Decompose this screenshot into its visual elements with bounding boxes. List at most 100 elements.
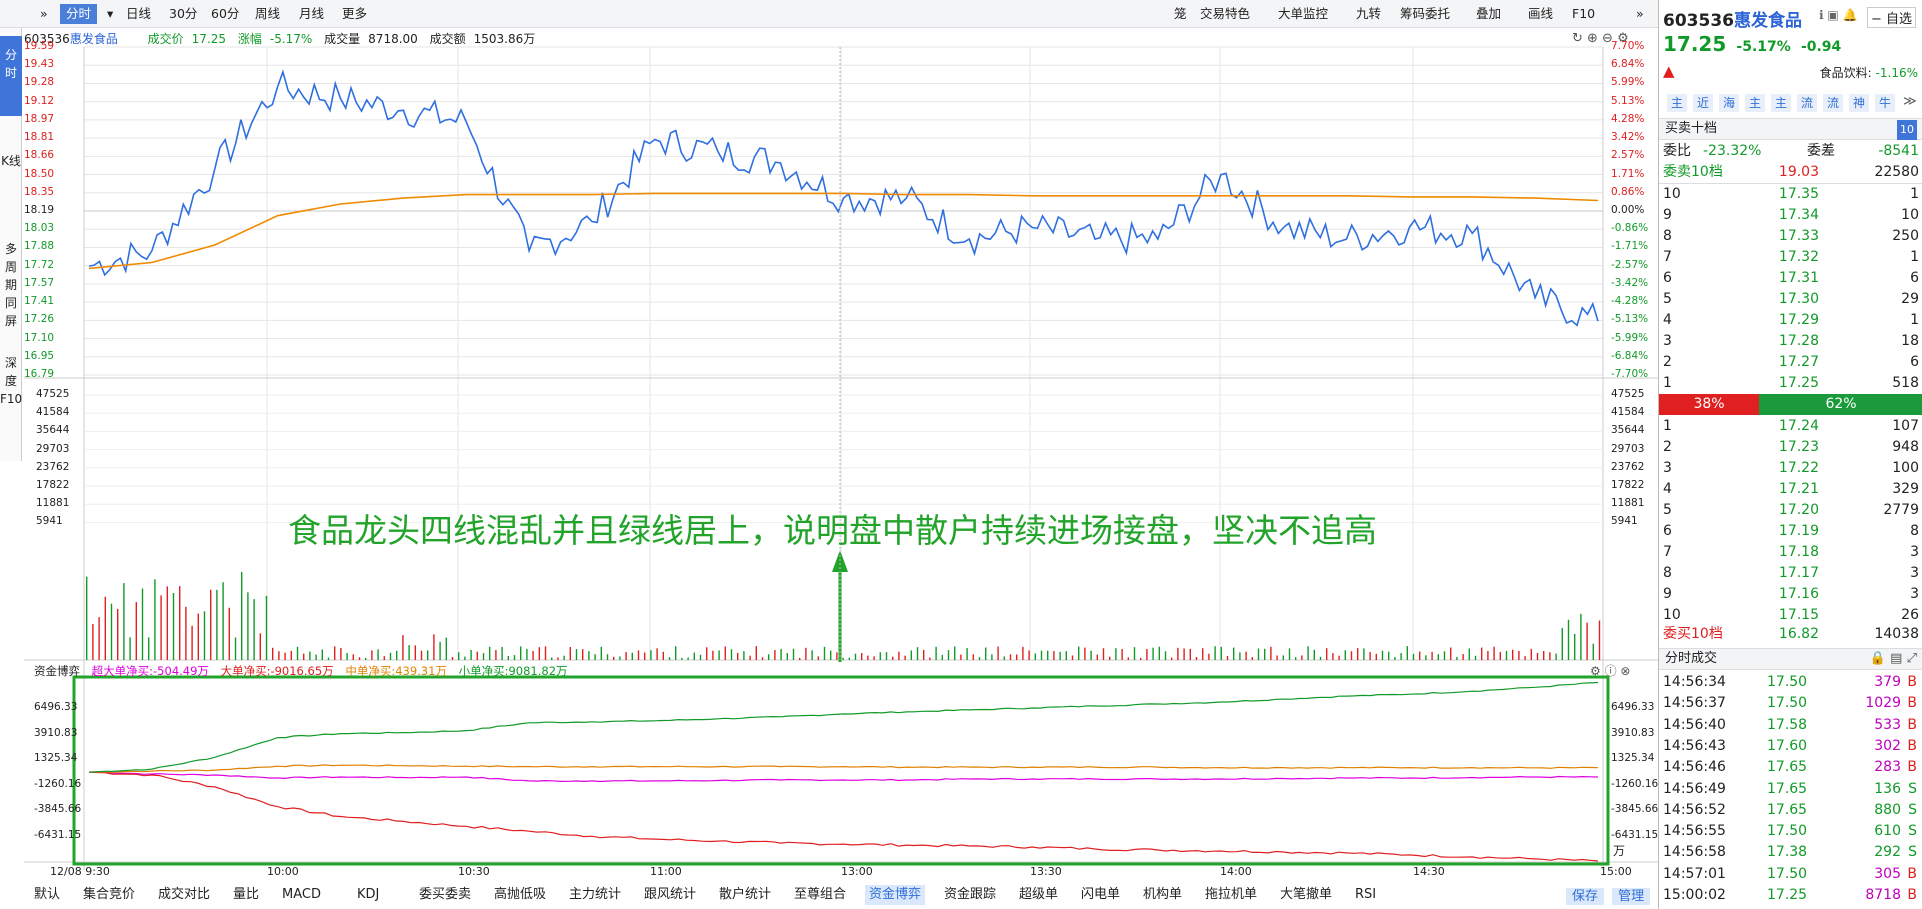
- order-book-row[interactable]: 3 17.28 18: [1663, 331, 1919, 352]
- feature-icon[interactable]: 神: [1849, 94, 1869, 112]
- indicator-tab[interactable]: 跟风统计: [640, 885, 700, 905]
- indicator-tab[interactable]: KDJ: [353, 885, 383, 905]
- indicator-tab[interactable]: 量比: [229, 885, 263, 905]
- order-book-row[interactable]: 2 17.27 6: [1663, 352, 1919, 373]
- indicator-tab[interactable]: 成交对比: [154, 885, 214, 905]
- volume-bar: [272, 647, 274, 660]
- price-tick: 17.41: [24, 295, 55, 308]
- trades-tool-icons[interactable]: 🔒 ▤ ⤢: [1870, 649, 1917, 669]
- pct-tick: -4.28%: [1611, 295, 1649, 308]
- fund-title[interactable]: 资金博弈: [34, 664, 80, 678]
- indicator-tab[interactable]: 拖拉机单: [1201, 885, 1261, 905]
- volume-bar: [631, 652, 633, 660]
- order-book-row[interactable]: 5 17.20 2779: [1663, 500, 1919, 521]
- indicator-tab[interactable]: 主力统计: [565, 885, 625, 905]
- order-book-row[interactable]: 4 17.29 1: [1663, 310, 1919, 331]
- volume-bar: [513, 655, 516, 660]
- order-book-row[interactable]: 3 17.22 100: [1663, 458, 1919, 479]
- level: 2: [1663, 439, 1672, 455]
- add-favorite-button[interactable]: − 自选: [1867, 7, 1917, 28]
- order-book-row[interactable]: 4 17.21 329: [1663, 479, 1919, 500]
- manage-button[interactable]: 管理: [1612, 888, 1651, 905]
- level: 4: [1663, 312, 1672, 328]
- indicator-tab[interactable]: RSI: [1351, 885, 1380, 905]
- order-book-row[interactable]: 2 17.23 948: [1663, 437, 1919, 458]
- warning-icon[interactable]: ▲: [1663, 62, 1675, 80]
- feature-icon[interactable]: 近: [1693, 94, 1713, 112]
- level-volume: 8: [1910, 523, 1919, 539]
- order-book-row[interactable]: 1 17.24 107: [1663, 416, 1919, 437]
- volume-bar: [1394, 657, 1396, 660]
- order-book-row[interactable]: 8 17.33 250: [1663, 226, 1919, 247]
- indicator-tab[interactable]: 至尊组合: [790, 885, 850, 905]
- indicator-tab[interactable]: 闪电单: [1077, 885, 1124, 905]
- feature-icon[interactable]: 主: [1667, 94, 1687, 112]
- level-volume: 18: [1901, 333, 1919, 349]
- indicator-tab[interactable]: 集合竞价: [79, 885, 139, 905]
- volume-bar: [278, 651, 280, 660]
- time-tick: 10:00: [267, 865, 299, 878]
- indicator-tab[interactable]: 机构单: [1139, 885, 1186, 905]
- fund-small: 小单净买:9081.82万: [458, 664, 568, 678]
- feature-icon[interactable]: 海: [1719, 94, 1739, 112]
- feature-icon[interactable]: 主: [1771, 94, 1791, 112]
- trade-time: 14:56:34: [1663, 674, 1726, 690]
- book-depth-badge[interactable]: 10: [1897, 120, 1917, 140]
- volume-tick-right: 47525: [1611, 388, 1645, 400]
- volume-bar: [1140, 657, 1142, 660]
- collapse-chevron-icon[interactable]: ≫: [1903, 94, 1917, 109]
- order-book-row[interactable]: 7 17.18 3: [1663, 542, 1919, 563]
- volume-bar: [1078, 646, 1080, 660]
- fund-panel-icons[interactable]: ⚙ ⓘ ⊗: [1590, 662, 1630, 679]
- order-book-row[interactable]: 6 17.31 6: [1663, 268, 1919, 289]
- indicator-tab[interactable]: 资金博弈: [865, 885, 926, 905]
- trade-time: 14:57:01: [1663, 865, 1726, 882]
- indicator-tab[interactable]: 散户统计: [715, 885, 775, 905]
- indicator-tab[interactable]: MACD: [278, 885, 325, 905]
- order-book-row[interactable]: 5 17.30 29: [1663, 289, 1919, 310]
- order-book-row[interactable]: 6 17.19 8: [1663, 521, 1919, 542]
- order-book-row[interactable]: 10 17.15 26: [1663, 605, 1919, 626]
- level-volume: 2779: [1883, 502, 1919, 518]
- volume-bar: [501, 647, 503, 660]
- feature-icon[interactable]: 流: [1797, 94, 1817, 112]
- indicator-tab[interactable]: 高抛低吸: [490, 885, 550, 905]
- feature-icon[interactable]: 牛: [1875, 94, 1895, 112]
- trade-row: 14:56:43 17.60 302 B: [1663, 736, 1919, 757]
- trade-side: B: [1907, 865, 1917, 882]
- volume-bar: [606, 654, 609, 660]
- feature-icon[interactable]: 流: [1823, 94, 1843, 112]
- save-button[interactable]: 保存: [1566, 888, 1605, 905]
- feature-icon[interactable]: 主: [1745, 94, 1765, 112]
- order-book-row[interactable]: 9 17.16 3: [1663, 584, 1919, 605]
- price-tick: 18.50: [24, 167, 55, 180]
- side-stock-name[interactable]: 惠发食品: [1734, 11, 1802, 31]
- volume-bar: [1264, 648, 1266, 660]
- volume-bar: [792, 648, 795, 660]
- order-book-row[interactable]: 8 17.17 3: [1663, 563, 1919, 584]
- order-book-row[interactable]: 10 17.35 1: [1663, 184, 1919, 205]
- indicator-tab[interactable]: 默认: [30, 885, 64, 905]
- side-pct: -5.17%: [1736, 39, 1791, 55]
- indicator-tab[interactable]: 超级单: [1015, 885, 1062, 905]
- order-book-row[interactable]: 1 17.25 518: [1663, 373, 1919, 394]
- indicator-tab[interactable]: 资金跟踪: [940, 885, 1000, 905]
- volume-bar: [396, 650, 398, 660]
- indicator-tabs: 默认 集合竞价 成交对比 量比 MACD KDJ 委买委卖 高抛低吸 主力统计 跟风统计 散户统计至…: [30, 883, 1630, 907]
- order-book-row[interactable]: 7 17.32 1: [1663, 247, 1919, 268]
- pct-tick: 5.13%: [1611, 94, 1645, 107]
- indicator-tab[interactable]: 委买委卖: [415, 885, 475, 905]
- volume-bar: [1326, 648, 1328, 660]
- volume-bar: [1574, 633, 1576, 660]
- volume-bar: [495, 650, 497, 660]
- info-icon[interactable]: ℹ ▣ 🔔: [1819, 8, 1857, 22]
- indicator-tab[interactable]: 大笔撤单: [1276, 885, 1336, 905]
- sector-name[interactable]: 食品饮料:: [1820, 66, 1872, 80]
- trade-time: 14:56:40: [1663, 716, 1726, 733]
- volume-bar: [991, 654, 993, 660]
- level-volume: 6: [1910, 270, 1919, 286]
- volume-bar: [1245, 651, 1247, 660]
- volume-bar: [321, 649, 323, 660]
- level-price: 17.18: [1778, 544, 1819, 560]
- order-book-row[interactable]: 9 17.34 10: [1663, 205, 1919, 226]
